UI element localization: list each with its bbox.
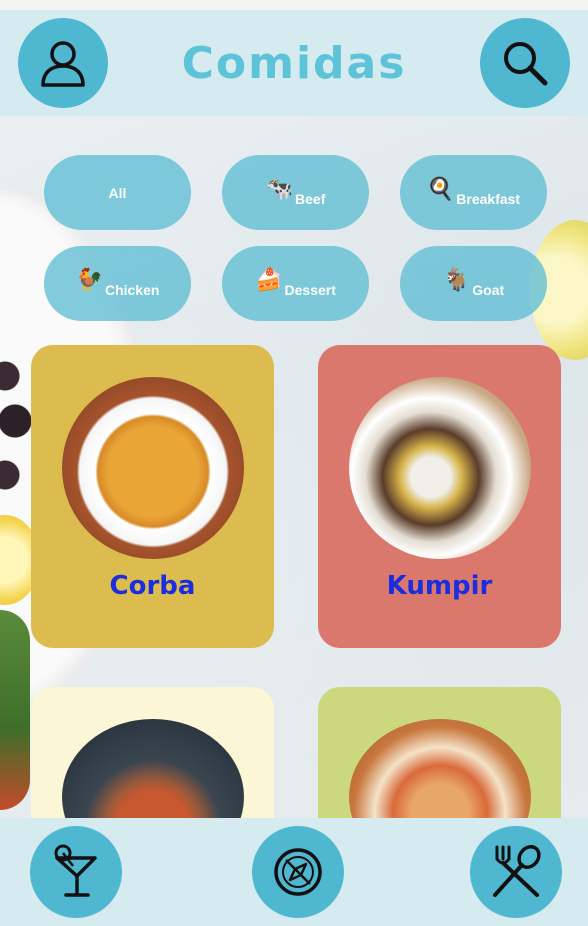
search-button[interactable] bbox=[479, 18, 570, 108]
profile-button[interactable] bbox=[18, 18, 108, 108]
meal-card-kumpir[interactable]: Kumpir bbox=[318, 345, 561, 648]
compass-icon bbox=[274, 848, 322, 896]
meals-button[interactable] bbox=[470, 826, 562, 918]
category-breakfast[interactable]: 🍳 Breakfast bbox=[400, 155, 547, 230]
category-label: Beef bbox=[295, 190, 326, 207]
cake-icon: 🍰 bbox=[255, 266, 283, 292]
status-strip bbox=[0, 0, 588, 10]
meal-image bbox=[348, 377, 531, 559]
breakfast-icon: 🍳 bbox=[426, 175, 455, 201]
category-label: Chicken bbox=[104, 281, 160, 298]
meal-image bbox=[61, 377, 244, 559]
meal-name: Corba bbox=[109, 571, 196, 601]
fork-spoon-icon bbox=[493, 845, 541, 897]
search-icon bbox=[503, 42, 548, 86]
explore-button[interactable] bbox=[252, 826, 344, 918]
app-title: Comidas bbox=[181, 37, 407, 89]
category-label: Goat bbox=[472, 281, 505, 298]
category-label: All bbox=[108, 184, 127, 201]
category-chicken[interactable]: 🐓 Chicken bbox=[44, 246, 191, 321]
goat-icon: 🐐 bbox=[442, 266, 471, 292]
category-all[interactable]: All bbox=[44, 155, 191, 230]
top-app-bar: Comidas bbox=[0, 10, 588, 116]
user-icon bbox=[41, 41, 85, 87]
category-label: Dessert bbox=[284, 281, 336, 298]
bg-greens bbox=[0, 610, 30, 810]
rooster-icon: 🐓 bbox=[75, 266, 103, 292]
category-label: Breakfast bbox=[456, 190, 521, 207]
drinks-button[interactable] bbox=[30, 826, 122, 918]
meal-name: Kumpir bbox=[386, 571, 493, 601]
category-dessert[interactable]: 🍰 Dessert bbox=[222, 246, 369, 321]
category-goat[interactable]: 🐐 Goat bbox=[400, 246, 547, 321]
bottom-nav bbox=[0, 818, 588, 926]
cocktail-icon bbox=[54, 844, 97, 897]
category-beef[interactable]: 🐄 Beef bbox=[222, 155, 369, 230]
meal-card-corba[interactable]: Corba bbox=[31, 345, 274, 648]
cow-icon: 🐄 bbox=[265, 175, 294, 201]
